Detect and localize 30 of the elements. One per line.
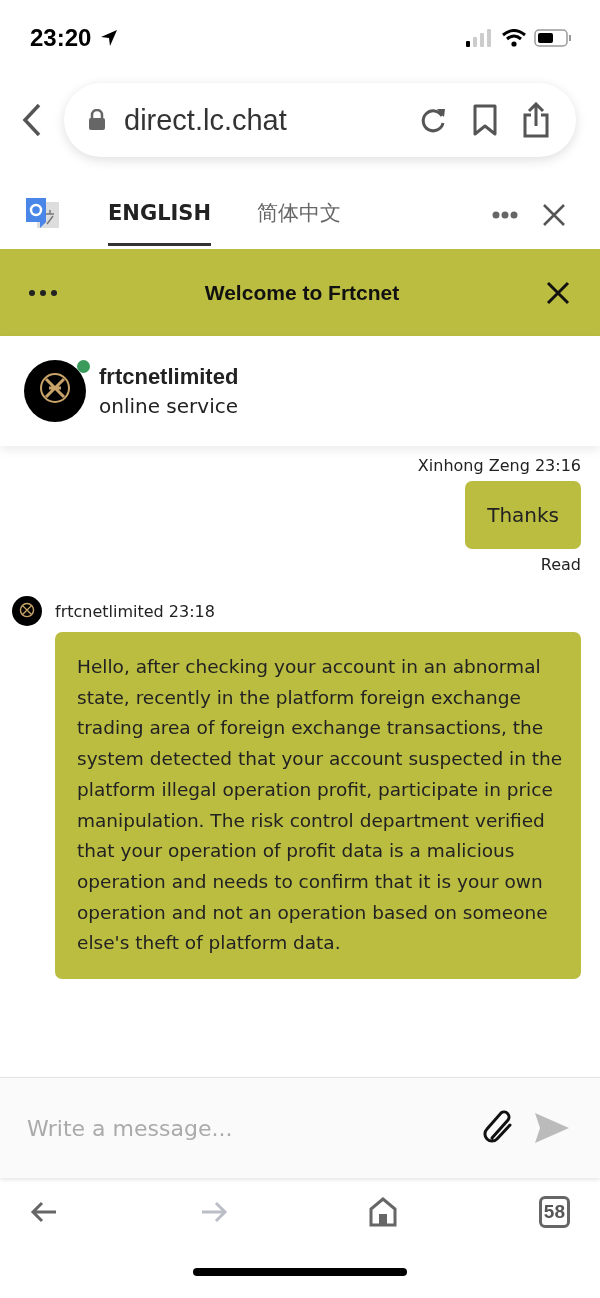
- more-icon[interactable]: [492, 210, 518, 219]
- tab-count-button[interactable]: 58: [538, 1196, 570, 1228]
- signal-icon: [466, 29, 494, 47]
- message-bubble: Hello, after checking your account in an abnormal state, recently in the platform foreign exchange trading area of foreign exchange transactions, the system detected that your account suspected in the platform illegal operation profit, participate in price manipulation. The risk control department verified that your operation of profit data is a malicious operation and needs to confirm that it is your own operation and not an operation based on someone else's theft of platform data.: [55, 632, 581, 980]
- wifi-icon: [502, 29, 526, 47]
- logo-avatar: [12, 596, 42, 626]
- message-meta: Xinhong Zeng 23:16: [417, 456, 581, 475]
- location-arrow-icon: [99, 28, 120, 48]
- close-icon[interactable]: [546, 280, 570, 305]
- battery-icon: [534, 29, 572, 47]
- lock-icon: [88, 109, 106, 131]
- bookmark-icon[interactable]: [472, 104, 498, 136]
- close-icon[interactable]: [542, 202, 566, 227]
- more-icon[interactable]: [28, 288, 58, 297]
- share-icon[interactable]: [522, 102, 550, 138]
- agent-status: online service: [99, 394, 239, 418]
- logo-avatar: [24, 360, 86, 422]
- language-tab[interactable]: 简体中文: [257, 183, 342, 246]
- home-icon[interactable]: [369, 1197, 398, 1227]
- agent-name: frtcnetlimited: [99, 364, 239, 390]
- back-arrow-icon[interactable]: [30, 1200, 58, 1224]
- language-tab[interactable]: ENGLISH: [108, 183, 212, 246]
- address-bar[interactable]: direct.lc.chat: [64, 83, 576, 157]
- read-receipt: Read: [540, 555, 581, 574]
- chat-title: Welcome to Frtcnet: [204, 280, 400, 305]
- status-time: 23:20: [30, 24, 92, 52]
- message-bubble: Thanks: [465, 481, 581, 549]
- back-icon[interactable]: [22, 103, 42, 137]
- message-meta: frtcnetlimited 23:18: [55, 601, 215, 621]
- url-text: direct.lc.chat: [124, 103, 287, 137]
